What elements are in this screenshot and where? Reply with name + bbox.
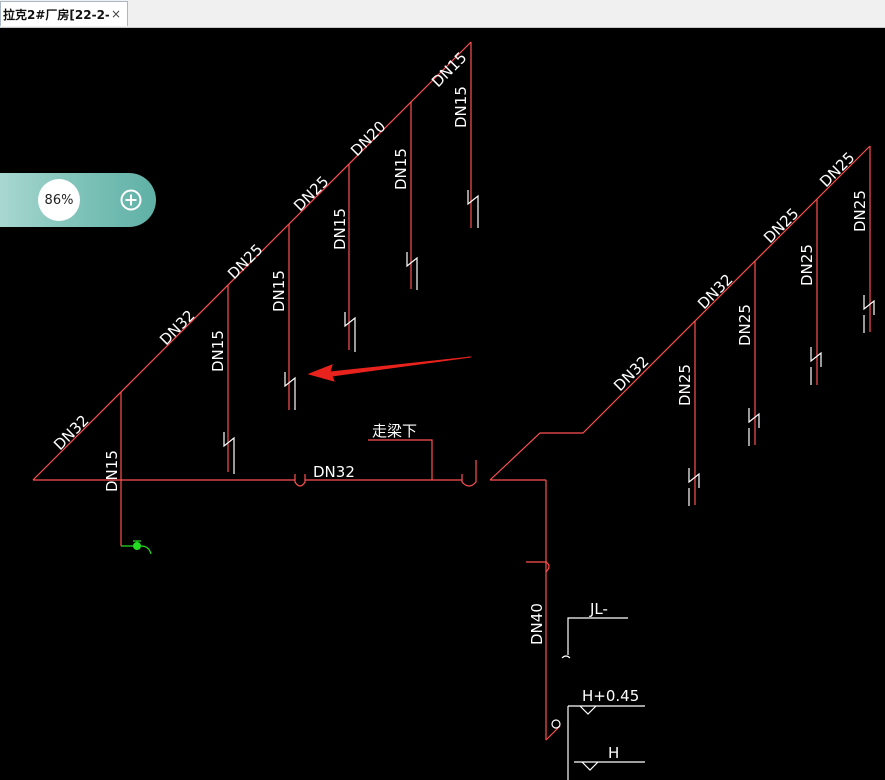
pipe-size-label: DN25 <box>816 149 858 191</box>
pipe-size-label: DN25 <box>798 244 816 286</box>
elevation-marks <box>567 705 645 780</box>
pipe-diagonal-right <box>489 145 871 481</box>
pipe-size-label: DN15 <box>452 86 470 128</box>
pipe-size-label: DN25 <box>676 364 694 406</box>
pipe-size-label: DN25 <box>224 241 266 283</box>
valve-symbol <box>863 295 875 333</box>
pipe-size-label: DN32 <box>694 271 736 313</box>
valve-symbol <box>748 408 760 446</box>
document-tab-bar: 拉克2#厂房[22-2- × <box>0 0 885 28</box>
pipe-size-label: DN15 <box>209 330 227 372</box>
pipe-size-label: DN40 <box>528 603 546 645</box>
pipe-size-label: DN15 <box>331 208 349 250</box>
pipe-size-label: DN25 <box>851 190 869 232</box>
elevation-label: H+0.45 <box>582 687 639 705</box>
close-icon[interactable]: × <box>109 7 123 21</box>
beam-note: 走梁下 <box>372 422 417 440</box>
pipe-size-label: DN32 <box>50 412 92 454</box>
valve-symbol <box>344 312 356 352</box>
pipe-size-label: DN15 <box>392 148 410 190</box>
pipe-size-label: DN32 <box>156 307 198 349</box>
pipe-bend <box>294 474 306 487</box>
zoom-in-icon[interactable] <box>120 189 142 211</box>
pipe-size-label: DN32 <box>313 463 355 481</box>
valve-symbol <box>406 252 418 290</box>
valve-symbol <box>467 190 479 228</box>
arrow-annotation-icon <box>307 356 472 382</box>
pipe-size-label: DN15 <box>270 270 288 312</box>
pipe-labels: DN15 DN15 DN20 DN15 DN25 DN15 DN25 DN15 … <box>50 49 869 762</box>
pipe-size-label: DN20 <box>347 118 389 160</box>
pipe-size-label: DN25 <box>736 304 754 346</box>
riser-tag: JL- <box>589 600 608 618</box>
floor-level-label: H <box>608 744 619 762</box>
document-tab-title: 拉克2#厂房[22-2- <box>3 7 109 22</box>
valve-symbol <box>284 372 296 410</box>
beam-leader <box>368 439 433 480</box>
pipe-size-label: DN32 <box>610 353 652 395</box>
pipe-bend <box>461 460 477 487</box>
pipe-size-label: DN25 <box>290 173 332 215</box>
pipe-size-label: DN15 <box>428 49 470 91</box>
document-tab[interactable]: 拉克2#厂房[22-2- × <box>0 1 128 26</box>
tap-fixture <box>121 540 152 555</box>
zoom-control: 86% <box>0 173 156 227</box>
valve-symbol <box>810 347 822 385</box>
pipe-size-label: DN25 <box>760 205 802 247</box>
valve-symbol <box>688 468 700 506</box>
pipe-network <box>32 41 871 741</box>
cad-drawing-canvas[interactable]: DN15 DN15 DN20 DN15 DN25 DN15 DN25 DN15 … <box>0 27 885 780</box>
pipe-size-label: DN15 <box>103 450 121 492</box>
valve-symbol <box>223 432 235 474</box>
zoom-level-indicator: 86% <box>38 179 80 221</box>
